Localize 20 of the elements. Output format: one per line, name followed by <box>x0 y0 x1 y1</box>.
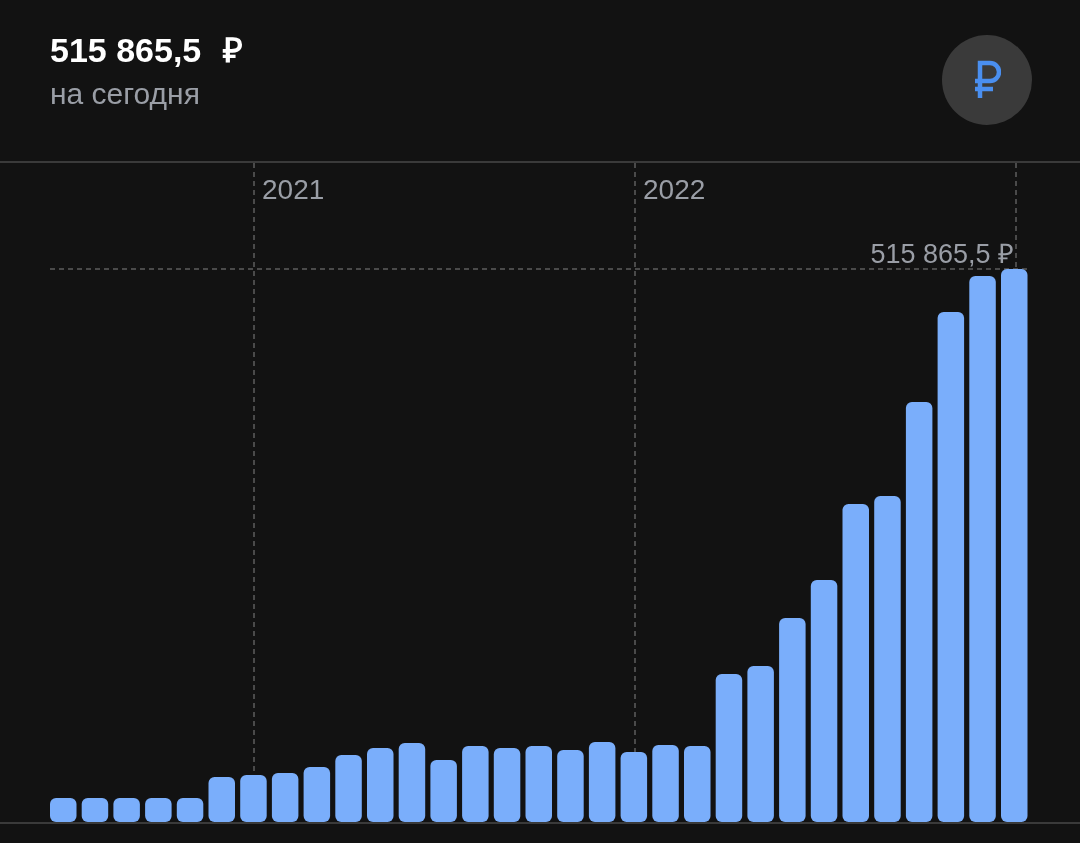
ruble-icon <box>973 60 1001 100</box>
max-value-label: 515 865,5 ₽ <box>870 239 1014 269</box>
chart-bar <box>557 750 584 822</box>
chart-bar <box>208 777 235 822</box>
chart-bar <box>113 798 140 822</box>
currency-symbol: ₽ <box>223 30 244 70</box>
chart-bar <box>620 752 648 822</box>
chart-bar <box>176 798 204 822</box>
chart-bar <box>271 773 299 822</box>
chart-bar <box>240 775 267 822</box>
year-label: 2022 <box>643 174 706 205</box>
chart-bar <box>81 798 109 822</box>
chart-bar <box>50 798 77 822</box>
year-label: 2021 <box>262 174 325 205</box>
chart-bar <box>430 760 457 822</box>
chart-bar <box>145 798 172 822</box>
balance-amount: 515 865,5 <box>50 30 202 70</box>
chart-bar <box>303 767 331 822</box>
balance-caption: на сегодня <box>50 76 201 112</box>
chart-bar <box>335 755 362 822</box>
